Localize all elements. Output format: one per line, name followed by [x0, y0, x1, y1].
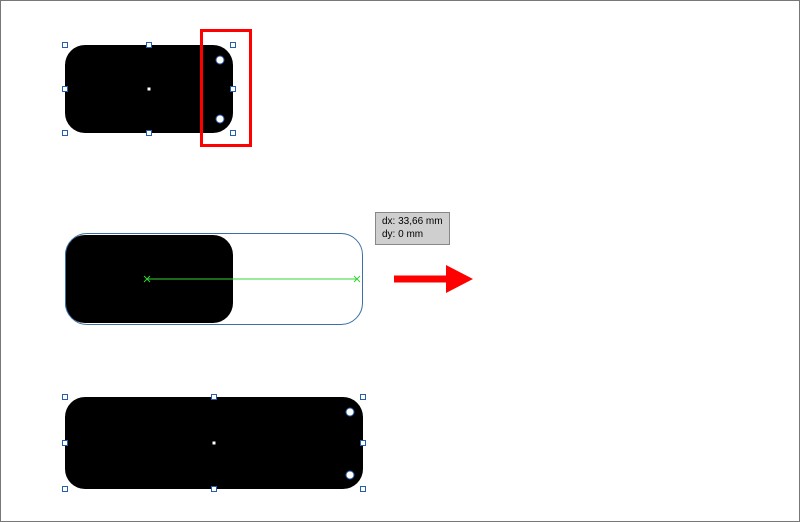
selection-center-indicator	[213, 442, 216, 445]
selection-handle[interactable]	[146, 42, 152, 48]
selection-handle[interactable]	[211, 394, 217, 400]
selection-handle[interactable]	[62, 86, 68, 92]
selection-handle[interactable]	[211, 486, 217, 492]
selection-handle[interactable]	[146, 130, 152, 136]
selection-handle[interactable]	[360, 440, 366, 446]
tooltip-dx: dx: 33,66 mm	[382, 216, 443, 229]
selection-handle[interactable]	[62, 394, 68, 400]
highlight-rectangle	[200, 29, 252, 147]
selection-handle[interactable]	[360, 486, 366, 492]
corner-radius-handle[interactable]	[346, 408, 355, 417]
tooltip-dy: dy: 0 mm	[382, 229, 443, 242]
selection-handle[interactable]	[62, 42, 68, 48]
selection-center-indicator	[148, 88, 151, 91]
shape-mid-preview-outline	[65, 233, 363, 325]
selection-handle[interactable]	[360, 394, 366, 400]
selection-handle[interactable]	[62, 440, 68, 446]
drag-delta-tooltip: dx: 33,66 mm dy: 0 mm	[375, 212, 450, 245]
selection-handle[interactable]	[62, 486, 68, 492]
selection-handle[interactable]	[62, 130, 68, 136]
corner-radius-handle[interactable]	[346, 471, 355, 480]
editor-canvas[interactable]: dx: 33,66 mm dy: 0 mm	[0, 0, 800, 522]
direction-arrow-icon	[394, 265, 473, 293]
